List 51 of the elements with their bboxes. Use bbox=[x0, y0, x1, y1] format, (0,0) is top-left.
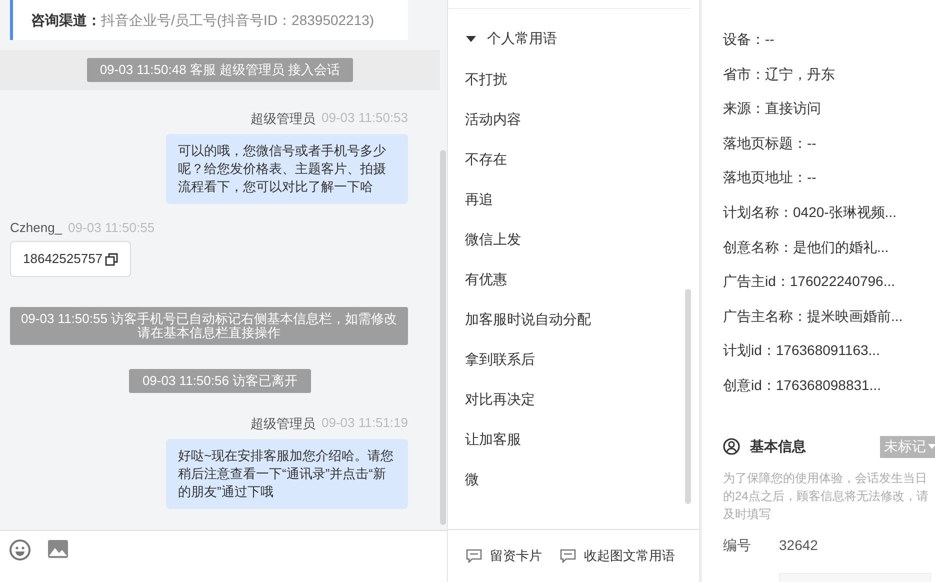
message-time: 09-03 11:50:55 bbox=[68, 220, 155, 235]
group-title[interactable]: 个人常用语 bbox=[487, 30, 557, 48]
info-field: 创意id：176368098831... bbox=[723, 376, 881, 393]
footer-button[interactable]: 留资卡片 bbox=[466, 547, 542, 565]
message-icon bbox=[560, 549, 576, 563]
image-icon[interactable] bbox=[47, 539, 69, 559]
phrase-item[interactable]: 再追 bbox=[465, 179, 493, 219]
message-time: 09-03 11:50:53 bbox=[322, 110, 408, 127]
info-field: 计划名称：0420-张琳视频... bbox=[723, 204, 896, 220]
caret-down-icon bbox=[928, 444, 935, 450]
phrase-item[interactable]: 让加客服 bbox=[465, 419, 521, 459]
phrase-item[interactable]: 不打扰 bbox=[465, 59, 507, 99]
phrase-item[interactable]: 微信上发 bbox=[465, 219, 521, 259]
field-label: 编号 bbox=[723, 536, 751, 555]
info-field: 计划id：176368091163... bbox=[723, 342, 880, 358]
info-field: 省市：辽宁，丹东 bbox=[723, 66, 835, 82]
info-field: 广告主名称：提米映画婚前... bbox=[723, 308, 903, 324]
section-title: 基本信息 bbox=[750, 438, 806, 456]
message-bubble: 好哒~现在安排客服加您介绍哈。请您稍后注意查看一下“通讯录”并点击“新的朋友”通过下哦 bbox=[166, 439, 408, 509]
phrase-item[interactable]: 有优惠 bbox=[465, 259, 507, 299]
message-icon bbox=[466, 549, 482, 563]
message-time: 09-03 11:51:19 bbox=[322, 415, 408, 432]
info-field: 创意名称：是他们的婚礼... bbox=[723, 238, 889, 255]
info-field: 来源：直接访问 bbox=[723, 100, 821, 116]
system-message: 09-03 11:50:48 客服 超级管理员 接入会话 bbox=[86, 58, 354, 82]
phrase-item[interactable]: 不存在 bbox=[465, 139, 507, 179]
phrase-item[interactable]: 拿到联系后 bbox=[465, 339, 535, 379]
sender-name: Czheng_ bbox=[10, 220, 62, 235]
system-message: 09-03 11:50:56 访客已离开 bbox=[129, 369, 311, 393]
info-field: 设备：-- bbox=[723, 31, 774, 47]
message-bubble: 可以的哦，您微信号或者手机号多少呢？给您发价格表、主题客片、拍摄流程看下，您可以对比了解一下哈 bbox=[166, 134, 408, 204]
user-icon bbox=[723, 438, 740, 456]
message-bubble: 18642525757 bbox=[10, 241, 131, 277]
sender-name: 超级管理员 bbox=[250, 415, 316, 433]
channel-info: 咨询渠道：抖音企业号/员工号(抖音号ID：2839502213) bbox=[10, 0, 408, 40]
note-text: 及时填写 bbox=[723, 506, 772, 523]
phrase-item[interactable]: 加客服时说自动分配 bbox=[465, 299, 591, 339]
phrase-item[interactable]: 微 bbox=[465, 459, 479, 499]
info-field: 落地页地址：-- bbox=[723, 169, 816, 186]
note-text: 的24点之后，顾客信息将无法修改，请 bbox=[723, 488, 930, 505]
emoji-icon[interactable] bbox=[9, 539, 31, 561]
field-value: 32642 bbox=[779, 536, 818, 555]
note-text: 为了保障您的使用体验，会话发生当日 bbox=[723, 470, 928, 487]
phrase-item[interactable]: 活动内容 bbox=[465, 99, 521, 139]
info-field: 广告主id：176022240796... bbox=[723, 273, 895, 290]
sender-name: 超级管理员 bbox=[250, 110, 316, 128]
copy-icon bbox=[104, 252, 118, 266]
info-field: 落地页标题：-- bbox=[723, 134, 816, 151]
footer-button[interactable]: 收起图文常用语 bbox=[560, 547, 675, 565]
system-message: 09-03 11:50:55 访客手机号已自动标记右侧基本信息栏，如需修改请在基本信息栏直接操作 bbox=[10, 307, 408, 345]
phrase-item[interactable]: 对比再决定 bbox=[465, 379, 535, 419]
